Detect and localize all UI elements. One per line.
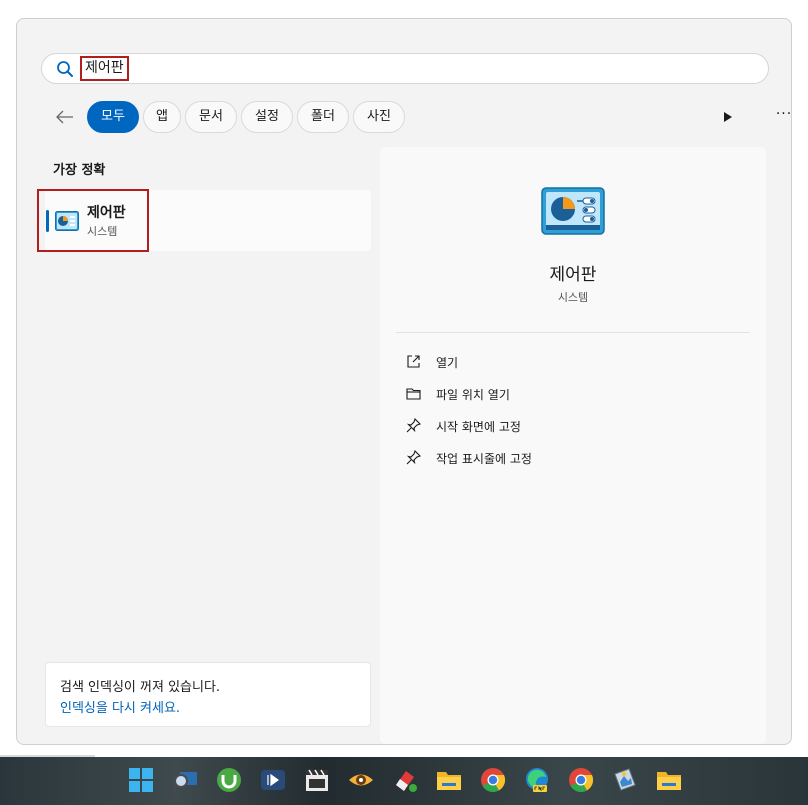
action-label: 파일 위치 열기 <box>436 388 510 402</box>
action-label: 열기 <box>436 356 459 370</box>
filter-tab-settings[interactable]: 설정 <box>241 101 293 133</box>
best-match-result[interactable]: 제어판 시스템 <box>37 189 371 252</box>
file-explorer-icon[interactable] <box>656 767 682 793</box>
action-open[interactable]: 열기 <box>406 351 606 373</box>
eraser-app-icon[interactable] <box>392 767 418 793</box>
media-player-icon[interactable] <box>260 767 286 793</box>
action-label: 시작 화면에 고정 <box>436 420 521 434</box>
detail-divider <box>396 332 750 333</box>
play-icon[interactable] <box>721 111 733 123</box>
action-pin-to-start[interactable]: 시작 화면에 고정 <box>406 415 606 437</box>
result-type: 시스템 <box>87 225 118 238</box>
image-viewer-icon[interactable] <box>612 767 638 793</box>
best-match-heading: 가장 정확 <box>53 163 106 178</box>
indexing-message: 검색 인덱싱이 꺼져 있습니다. <box>60 680 221 695</box>
filter-tab-documents[interactable]: 문서 <box>185 101 237 133</box>
folder-icon <box>406 388 421 400</box>
chrome-icon[interactable] <box>480 767 506 793</box>
search-input[interactable]: 제어판 <box>80 56 129 81</box>
clapper-icon[interactable] <box>304 767 330 793</box>
filter-tab-photos[interactable]: 사진 <box>353 101 405 133</box>
pin-icon <box>406 450 421 465</box>
taskbar <box>0 757 808 805</box>
detail-name: 제어판 <box>549 265 597 285</box>
back-button[interactable] <box>51 105 79 129</box>
filter-tab-apps[interactable]: 앱 <box>143 101 181 133</box>
chrome-icon[interactable] <box>568 767 594 793</box>
filter-tab-folders[interactable]: 폴더 <box>297 101 349 133</box>
windows-start-icon[interactable] <box>128 767 154 793</box>
control-panel-large-icon <box>541 187 605 235</box>
utorrent-icon[interactable] <box>216 767 242 793</box>
file-explorer-icon[interactable] <box>436 767 462 793</box>
search-magnifier-icon[interactable] <box>172 767 198 793</box>
action-pin-to-taskbar[interactable]: 작업 표시줄에 고정 <box>406 447 606 469</box>
indexing-notice: 검색 인덱싱이 꺼져 있습니다. 인덱싱을 다시 켜세요. <box>45 662 371 727</box>
filter-tab-all[interactable]: 모두 <box>87 101 139 133</box>
control-panel-icon <box>55 211 79 231</box>
back-arrow-icon <box>56 110 73 124</box>
action-label: 작업 표시줄에 고정 <box>436 452 532 466</box>
result-name: 제어판 <box>87 205 126 221</box>
pin-icon <box>406 418 421 433</box>
search-panel: 제어판 모두 앱 문서 설정 폴더 사진 ··· 가장 정확 제어판 시스템 검… <box>16 18 792 745</box>
action-open-file-location[interactable]: 파일 위치 열기 <box>406 383 606 405</box>
eye-app-icon[interactable] <box>348 767 374 793</box>
open-external-icon <box>407 355 420 368</box>
search-box[interactable]: 제어판 <box>41 53 769 84</box>
detail-pane: 제어판 시스템 열기 파일 위치 열기 시작 화면에 고정 작업 표시줄에 고정 <box>380 147 766 744</box>
enable-indexing-link[interactable]: 인덱싱을 다시 켜세요. <box>60 697 180 716</box>
search-icon <box>57 61 73 77</box>
more-options-button[interactable]: ··· <box>769 106 799 126</box>
detail-type: 시스템 <box>557 291 589 304</box>
edge-can-icon[interactable] <box>524 767 550 793</box>
